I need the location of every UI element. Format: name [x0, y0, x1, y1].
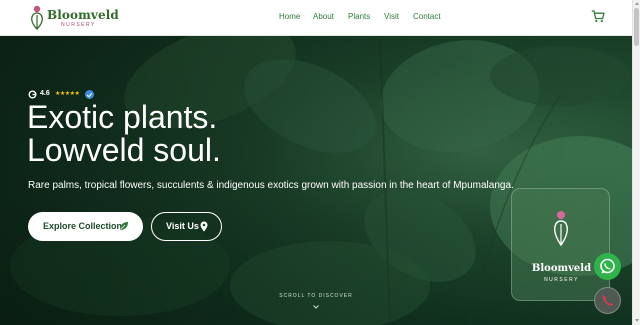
cart-icon[interactable] — [591, 10, 605, 23]
scrollbar-thumb[interactable] — [634, 8, 639, 46]
hero-subtext: Rare palms, tropical flowers, succulents… — [28, 180, 514, 191]
rating-stars: ★★★★★ — [55, 91, 80, 97]
chevron-down-icon — [313, 305, 319, 309]
nav-about[interactable]: About — [313, 12, 334, 21]
headline-line-1: Exotic plants. — [27, 99, 218, 135]
scroll-down-arrow-icon[interactable] — [635, 319, 639, 322]
nav-home[interactable]: Home — [279, 12, 300, 21]
hero-headline: Exotic plants. Lowveld soul. — [27, 101, 221, 167]
whatsapp-button[interactable] — [594, 253, 621, 280]
rating-value: 4.6 — [40, 90, 50, 97]
explore-collection-button[interactable]: Explore Collection — [28, 212, 143, 241]
vertical-scrollbar[interactable] — [632, 0, 640, 325]
whatsapp-icon — [600, 258, 615, 274]
main-nav: Home About Plants Visit Contact — [0, 12, 640, 24]
visit-us-label: Visit Us — [166, 221, 199, 231]
scroll-up-arrow-icon[interactable] — [635, 2, 639, 5]
nav-contact[interactable]: Contact — [413, 12, 441, 21]
call-button[interactable] — [594, 287, 621, 314]
nav-plants[interactable]: Plants — [348, 12, 370, 21]
phone-icon — [602, 295, 613, 306]
headline-line-2: Lowveld soul. — [27, 132, 221, 168]
brand-card: Bloomveld NURSERY — [511, 188, 610, 301]
visit-us-button[interactable]: Visit Us — [151, 212, 222, 241]
explore-collection-label: Explore Collection — [43, 221, 123, 231]
leaf-icon — [120, 222, 128, 230]
google-icon — [28, 90, 37, 99]
site-header: Bloomveld NURSERY Home About Plants Visi… — [0, 0, 640, 36]
nav-visit[interactable]: Visit — [384, 12, 399, 21]
verified-badge-icon — [85, 90, 94, 99]
hero-section: 4.6 ★★★★★ Exotic plants. Lowveld soul. R… — [0, 36, 632, 325]
map-pin-icon — [200, 221, 208, 232]
tulip-logo-icon — [554, 211, 568, 247]
